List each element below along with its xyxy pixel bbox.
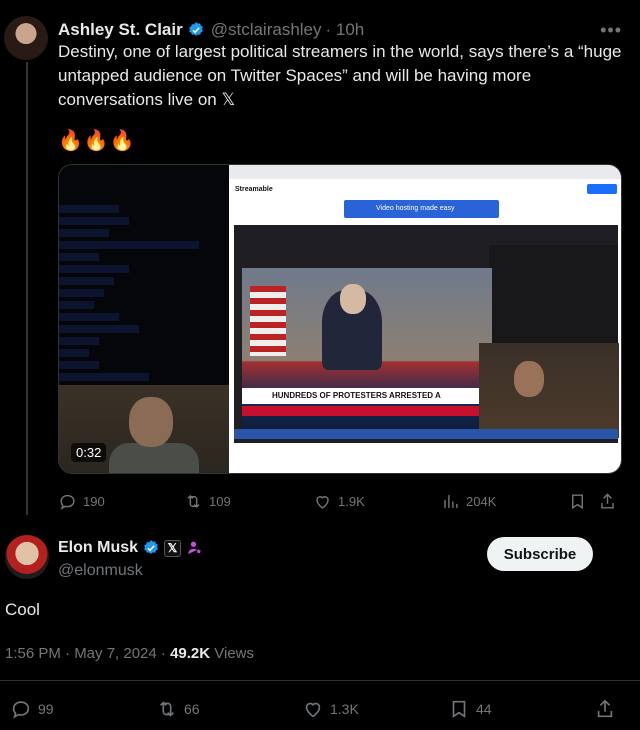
repost-button[interactable]: 109	[184, 492, 231, 511]
share-button[interactable]	[594, 698, 616, 720]
share-button[interactable]	[598, 492, 617, 511]
views-button[interactable]: 204K	[441, 492, 496, 511]
post-text: Cool	[5, 600, 40, 619]
heart-icon	[305, 702, 321, 718]
avatar[interactable]	[5, 535, 49, 579]
repost-count: 66	[184, 701, 200, 717]
video-duration: 0:32	[71, 443, 107, 462]
author-name-row: Elon Musk 𝕏	[58, 539, 204, 557]
share-icon	[597, 699, 613, 718]
post-emoji: 🔥🔥🔥	[58, 130, 136, 152]
author-handle[interactable]: @elonmusk	[58, 562, 143, 580]
news-broadcast: HUNDREDS OF PROTESTERS ARRESTED A	[242, 268, 492, 436]
views-count: 204K	[466, 493, 497, 509]
analytics-icon	[444, 494, 458, 508]
post-actions: 99 66 1.3K 44	[0, 697, 640, 721]
repost-icon	[187, 494, 200, 508]
government-affiliation-icon	[188, 541, 202, 554]
parent-post[interactable]: Ashley St. Clair @stclairashley · 10h ••…	[0, 0, 640, 525]
x-affiliate-icon[interactable]: 𝕏	[164, 539, 182, 557]
avatar[interactable]	[4, 16, 48, 60]
post-timestamp[interactable]: 1:56 PM · May 7, 2024 ·	[5, 645, 170, 662]
subscribe-button[interactable]: Subscribe	[487, 537, 593, 571]
video-banner: Video hosting made easy	[344, 200, 499, 218]
thread-line	[26, 62, 28, 515]
like-button[interactable]: 1.3K	[302, 698, 359, 720]
bookmark-icon	[572, 493, 583, 509]
video-frame-browser: Streamable Video hosting made easy HUNDR…	[229, 165, 621, 473]
like-button[interactable]: 1.9K	[313, 492, 365, 511]
reply-count: 190	[83, 493, 105, 509]
like-count: 1.9K	[338, 493, 365, 509]
author-name[interactable]: Elon Musk	[58, 539, 138, 557]
post-text: Destiny, one of largest political stream…	[58, 42, 622, 109]
video-player[interactable]: Streamable Video hosting made easy HUNDR…	[58, 164, 622, 474]
bookmark-count: 44	[476, 701, 492, 717]
bookmark-icon	[452, 700, 466, 718]
author-name[interactable]: Ashley St. Clair	[58, 20, 183, 40]
reply-button[interactable]: 190	[58, 492, 105, 511]
post-actions: 190 109 1.9K 204K	[58, 490, 622, 512]
reply-icon	[12, 701, 30, 719]
post-time[interactable]: · 10h	[326, 20, 365, 40]
streamable-logo: Streamable	[235, 186, 273, 193]
divider	[0, 680, 640, 681]
bookmark-button[interactable]	[568, 492, 587, 511]
news-ticker: HUNDREDS OF PROTESTERS ARRESTED A	[242, 388, 492, 404]
verified-badge-icon	[144, 540, 158, 554]
reply-count: 99	[38, 701, 54, 717]
views-count: 49.2K	[170, 645, 211, 662]
heart-icon	[316, 495, 329, 509]
author-handle[interactable]: @stclairashley	[211, 20, 322, 40]
bookmark-button[interactable]: 44	[448, 698, 492, 720]
reply-icon	[60, 494, 75, 510]
post-header: Ashley St. Clair @stclairashley · 10h	[58, 19, 364, 41]
reply-button[interactable]: 99	[10, 698, 54, 720]
share-icon	[601, 492, 614, 509]
post-meta: 1:56 PM · May 7, 2024 · 49.2K Views	[5, 645, 254, 662]
stream-chat-overlay	[59, 165, 229, 385]
like-count: 1.3K	[330, 701, 359, 717]
repost-button[interactable]: 66	[156, 698, 200, 720]
repost-icon	[159, 701, 175, 717]
repost-count: 109	[209, 493, 231, 509]
verified-badge-icon	[188, 22, 203, 36]
views-label: Views	[210, 645, 255, 662]
more-options-icon[interactable]: •••	[600, 20, 622, 41]
